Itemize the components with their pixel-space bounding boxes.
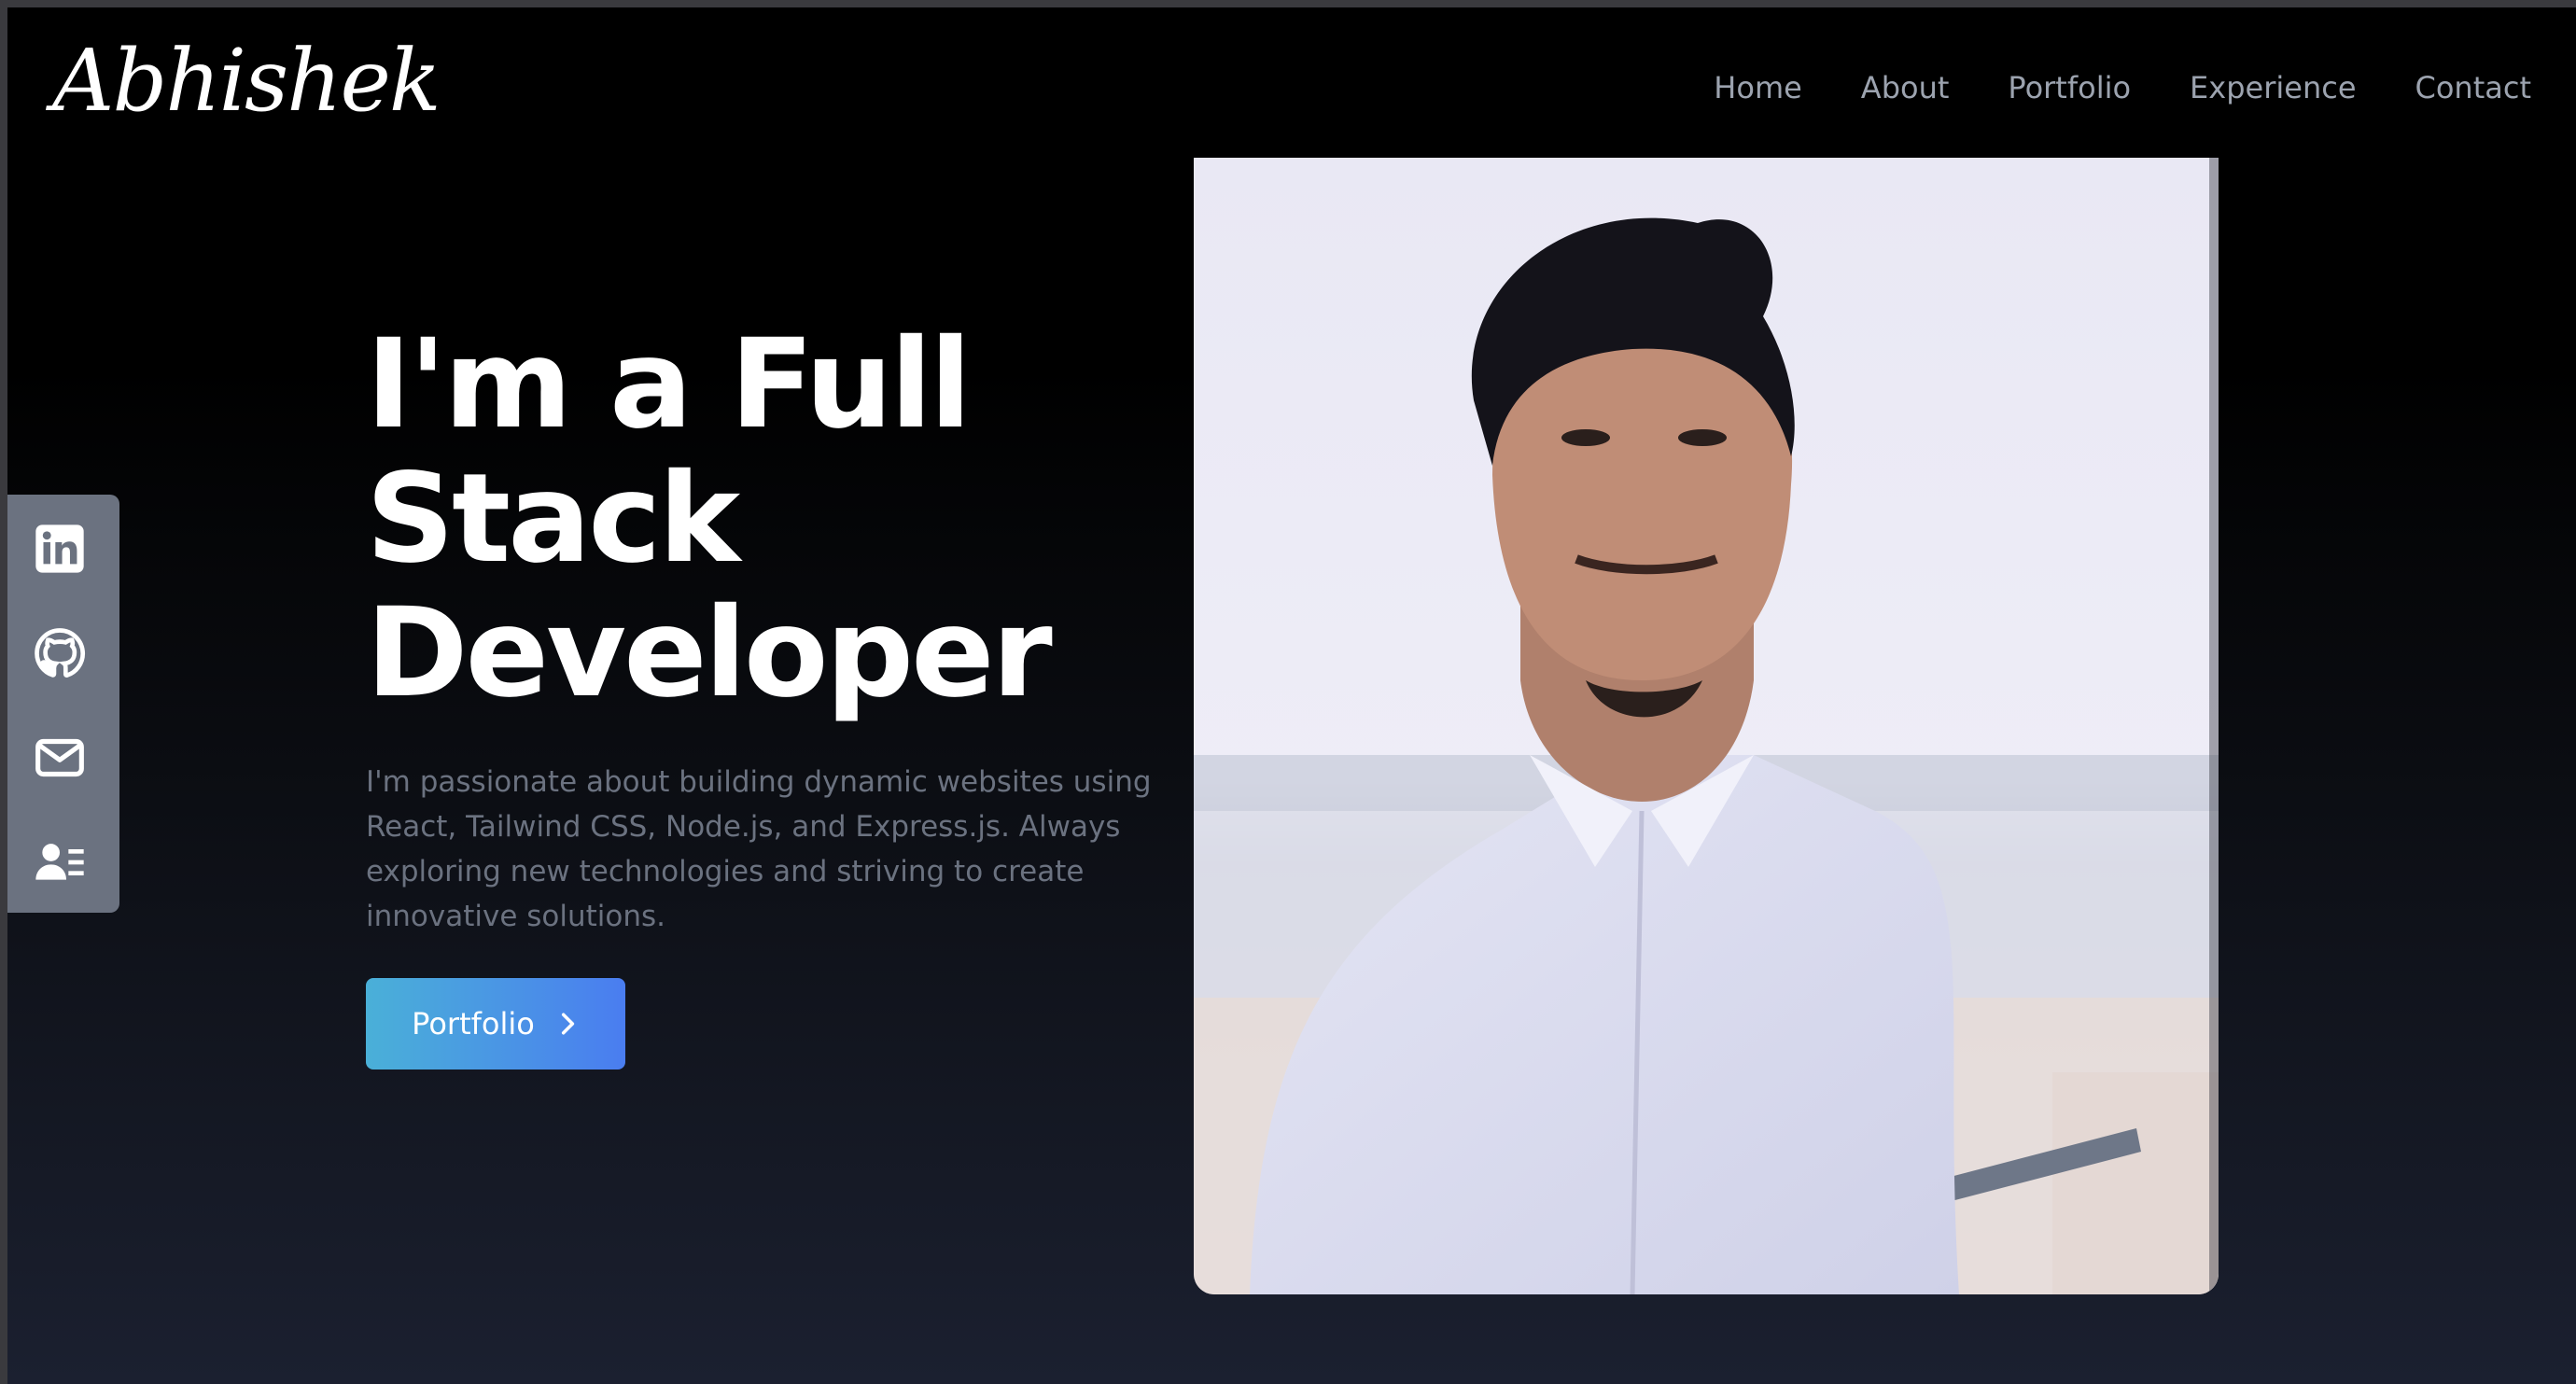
mail-icon	[35, 738, 84, 777]
main-nav: Home About Portfolio Experience Contact	[1714, 67, 2531, 108]
email-link[interactable]	[34, 732, 86, 784]
nav-contact-link[interactable]: Contact	[2415, 67, 2532, 108]
portfolio-button[interactable]: Portfolio	[366, 978, 625, 1069]
chevron-right-icon	[561, 1013, 574, 1035]
resume-icon	[35, 844, 84, 880]
resume-link[interactable]	[34, 836, 86, 888]
nav-portfolio-link[interactable]: Portfolio	[2008, 67, 2131, 108]
site-logo[interactable]: Abhishek	[52, 21, 441, 142]
linkedin-icon	[35, 524, 84, 573]
nav-experience-link[interactable]: Experience	[2190, 67, 2356, 108]
linkedin-link[interactable]	[34, 523, 86, 575]
social-sidebar	[7, 495, 119, 913]
page: Abhishek Home About Portfolio Experience…	[7, 7, 2576, 1384]
nav-about-link[interactable]: About	[1861, 67, 1950, 108]
portfolio-button-label: Portfolio	[412, 1006, 535, 1041]
profile-photo-image	[1194, 158, 2219, 1294]
github-link[interactable]	[34, 627, 86, 679]
hero-title: I'm a Full Stack Developer	[366, 313, 1053, 725]
profile-photo	[1194, 158, 2219, 1294]
github-icon	[35, 628, 86, 678]
hero-description: I'm passionate about building dynamic we…	[366, 765, 1152, 933]
nav-home-link[interactable]: Home	[1714, 67, 1802, 108]
